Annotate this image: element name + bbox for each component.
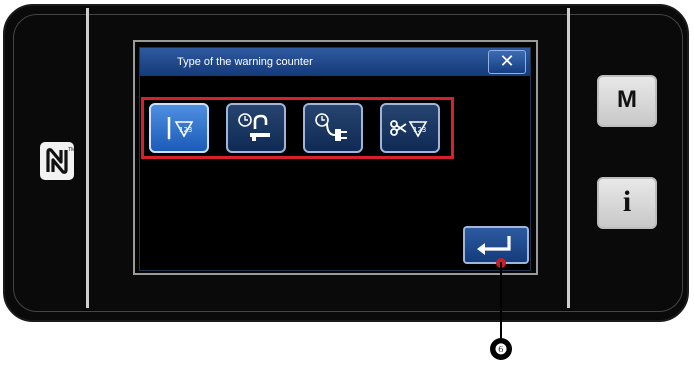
enter-return-icon — [477, 236, 511, 255]
information-button-label: i — [622, 185, 632, 218]
callout-number-badge: ❻ — [490, 338, 512, 360]
needle-counter-icon: 123 — [167, 117, 194, 141]
dialog-titlebar: Type of the warning counter ✕ — [140, 48, 530, 76]
close-icon: ✕ — [499, 51, 515, 71]
left-divider — [86, 8, 89, 308]
operating-time-icon — [238, 113, 270, 141]
mode-button[interactable]: M — [597, 75, 657, 127]
nfc-icon: TM — [40, 142, 74, 180]
svg-text:123: 123 — [413, 126, 426, 134]
svg-text:123: 123 — [179, 126, 192, 134]
mode-button-label: M — [617, 86, 637, 113]
callout-number: ❻ — [494, 341, 508, 357]
enter-button[interactable] — [463, 226, 529, 264]
svg-text:TM: TM — [68, 147, 74, 153]
dialog-title: Type of the warning counter — [177, 56, 313, 68]
close-button[interactable]: ✕ — [488, 50, 526, 74]
callout-leader-line — [500, 262, 502, 344]
right-divider — [567, 8, 570, 308]
information-button[interactable]: i — [597, 177, 657, 229]
thread-trim-counter-icon: 123 — [390, 120, 428, 138]
counter-type-trim-button[interactable]: 123 — [380, 103, 440, 153]
counter-type-operating-time-button[interactable] — [226, 103, 286, 153]
power-on-time-icon — [315, 113, 347, 141]
counter-type-stitch-button[interactable]: 123 — [149, 103, 209, 153]
counter-type-power-time-button[interactable] — [303, 103, 363, 153]
